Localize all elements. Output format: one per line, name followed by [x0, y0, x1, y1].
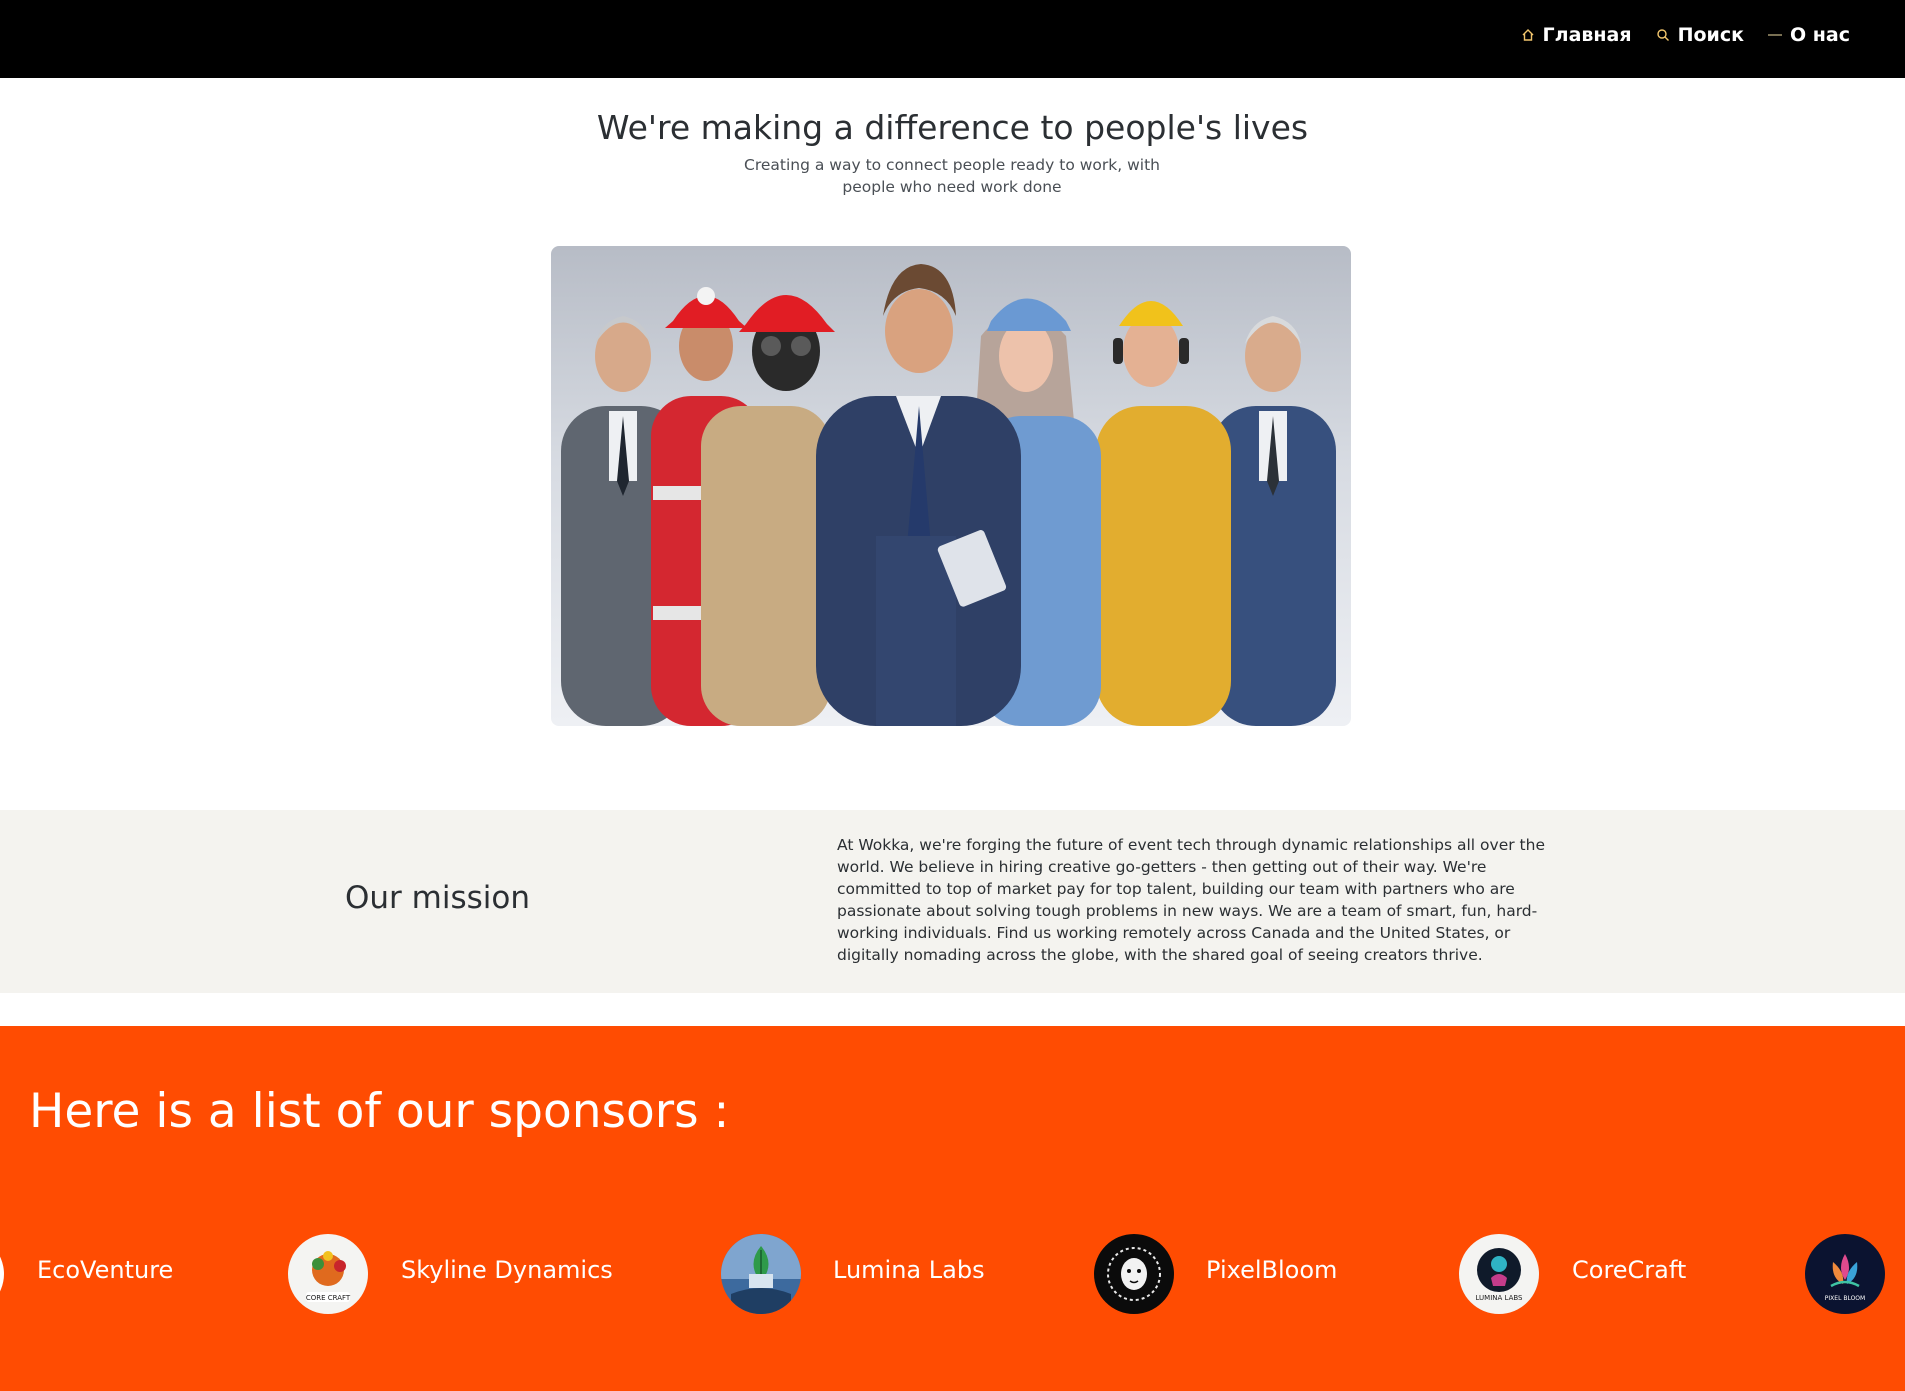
sponsor-carousel: EcoVenture CORE CRAFT Skyline Dynamics L…	[0, 1234, 1905, 1318]
hero-title: We're making a difference to people's li…	[596, 108, 1309, 147]
nav-item-home[interactable]: Главная	[1521, 24, 1632, 46]
sponsor-logo-partial	[0, 1234, 4, 1314]
sponsor-name-ecoventure: EcoVenture	[37, 1256, 174, 1284]
sponsor-name-skyline: Skyline Dynamics	[401, 1256, 613, 1284]
corecraft-logo-text: CORE CRAFT	[306, 1294, 351, 1302]
nav-item-about[interactable]: О нас	[1768, 24, 1850, 46]
mission-title: Our mission	[345, 880, 530, 916]
sponsor-logo-leaf	[721, 1234, 801, 1314]
sponsor-logo-lumina: LUMINA LABS	[1459, 1234, 1539, 1314]
nav-item-about-label: О нас	[1790, 24, 1850, 46]
main-nav: Главная Поиск О нас	[1521, 24, 1850, 46]
nav-item-search[interactable]: Поиск	[1656, 24, 1744, 46]
nav-item-home-label: Главная	[1542, 24, 1632, 46]
sponsor-name-pixelbloom: PixelBloom	[1206, 1256, 1338, 1284]
lumina-logo-text: LUMINA LABS	[1475, 1294, 1523, 1302]
hero-subtitle: Creating a way to connect people ready t…	[744, 156, 1160, 196]
person-yellow-worker	[1096, 301, 1231, 726]
sponsor-logo-pixelbloom: PIXEL BLOOM	[1805, 1234, 1885, 1314]
hero-team-image	[551, 246, 1351, 726]
top-navbar: Главная Поиск О нас	[0, 0, 1905, 78]
nav-item-search-label: Поиск	[1677, 24, 1745, 46]
sponsors-section: Here is a list of our sponsors : EcoVent…	[0, 1026, 1905, 1391]
mission-section: Our mission At Wokka, we're forging the …	[0, 810, 1905, 993]
mission-text: At Wokka, we're forging the future of ev…	[837, 836, 1545, 964]
sponsor-name-lumina: Lumina Labs	[833, 1256, 985, 1284]
about-icon	[1768, 28, 1783, 42]
pixelbloom-logo-text: PIXEL BLOOM	[1825, 1295, 1865, 1302]
sponsors-title: Here is a list of our sponsors :	[29, 1084, 730, 1139]
search-icon	[1656, 28, 1670, 42]
sponsor-logo-corecraft: CORE CRAFT	[288, 1234, 368, 1314]
home-icon	[1521, 28, 1535, 42]
sponsor-name-corecraft: CoreCraft	[1572, 1256, 1687, 1284]
sponsor-logo-lion	[1094, 1234, 1174, 1314]
